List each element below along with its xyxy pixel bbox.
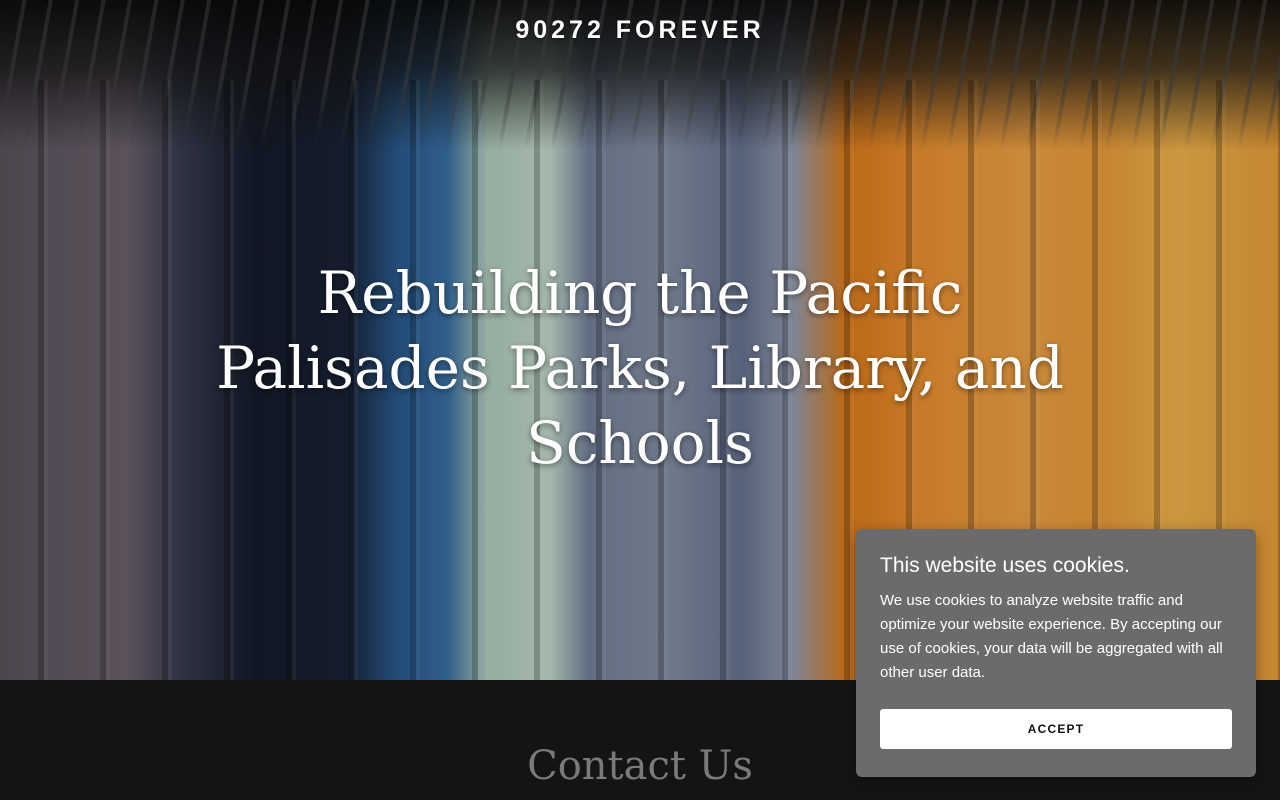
cookie-banner-title: This website uses cookies. [880, 554, 1130, 577]
cookie-banner: This website uses cookies. We use cookie… [856, 529, 1256, 777]
hero-title: Rebuilding the Pacific Palisades Parks, … [216, 259, 1064, 477]
accept-cookies-button[interactable]: ACCEPT [880, 709, 1232, 749]
site-brand-link[interactable]: 90272 FOREVER [0, 16, 1280, 45]
cookie-banner-text: We use cookies to analyze website traffi… [880, 592, 1223, 681]
